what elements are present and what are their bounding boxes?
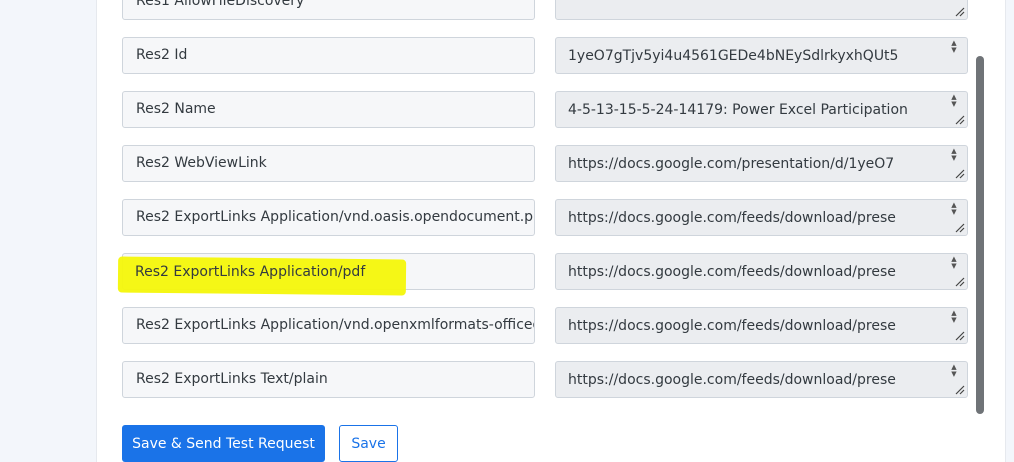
resize-handle-icon[interactable] <box>953 329 965 341</box>
field-label-text: Res2 ExportLinks Application/pdf <box>135 264 366 280</box>
stepper-arrows-icon[interactable]: ▲ ▼ <box>947 256 961 272</box>
field-value-res2-exportlinks-textplain[interactable]: https://docs.google.com/feeds/download/p… <box>555 361 968 398</box>
field-value-res2-name[interactable]: 4-5-13-15-5-24-14179: Power Excel Partic… <box>555 91 968 128</box>
field-label-text: Res2 ExportLinks Application/vnd.oasis.o… <box>136 209 534 225</box>
stepper-arrows-icon[interactable]: ▲ ▼ <box>947 310 961 326</box>
field-label-res2-exportlinks-textplain: Res2 ExportLinks Text/plain <box>122 361 535 398</box>
field-value-res2-exportlinks-openxml[interactable]: https://docs.google.com/feeds/download/p… <box>555 307 968 344</box>
field-label-text: Res2 ExportLinks Text/plain <box>136 371 328 387</box>
resize-handle-icon[interactable] <box>953 113 965 125</box>
field-label-text: Res2 Id <box>136 47 188 63</box>
field-label-res2-id: Res2 Id <box>122 37 535 74</box>
field-value-res2-exportlinks-pdf[interactable]: https://docs.google.com/feeds/download/p… <box>555 253 968 290</box>
field-value-text: 1yeO7gTjv5yi4u4561GEDe4bNEySdlrkyxhQUt5 <box>568 48 899 64</box>
resize-handle-icon[interactable] <box>953 275 965 287</box>
field-value-res2-id[interactable]: 1yeO7gTjv5yi4u4561GEDe4bNEySdlrkyxhQUt5 … <box>555 37 968 74</box>
scrollbar-thumb[interactable] <box>976 56 984 414</box>
stepper-arrows-icon[interactable]: ▲ ▼ <box>947 148 961 164</box>
field-label-res2-webviewlink: Res2 WebViewLink <box>122 145 535 182</box>
stepper-arrows-icon[interactable]: ▲ ▼ <box>947 202 961 218</box>
resize-handle-icon[interactable] <box>953 167 965 179</box>
field-value-text: 4-5-13-15-5-24-14179: Power Excel Partic… <box>568 102 908 118</box>
field-value-res2-exportlinks-odp[interactable]: https://docs.google.com/feeds/download/p… <box>555 199 968 236</box>
field-value-text: https://docs.google.com/feeds/download/p… <box>568 264 896 280</box>
field-value-text: https://docs.google.com/feeds/download/p… <box>568 372 896 388</box>
field-value-text: https://docs.google.com/feeds/download/p… <box>568 210 896 226</box>
field-label-res2-exportlinks-openxml: Res2 ExportLinks Application/vnd.openxml… <box>122 307 535 344</box>
resize-handle-icon[interactable] <box>953 5 965 17</box>
save-send-test-request-button[interactable]: Save & Send Test Request <box>122 425 325 462</box>
field-label-res1-allowfilediscovery: Res1 AllowFileDiscovery <box>122 0 535 20</box>
field-value-text: https://docs.google.com/presentation/d/1… <box>568 156 895 172</box>
field-value-res1-allowfilediscovery[interactable] <box>555 0 968 20</box>
field-label-res2-exportlinks-odp: Res2 ExportLinks Application/vnd.oasis.o… <box>122 199 535 236</box>
resize-handle-icon[interactable] <box>953 383 965 395</box>
field-value-res2-webviewlink[interactable]: https://docs.google.com/presentation/d/1… <box>555 145 968 182</box>
field-value-text: https://docs.google.com/feeds/download/p… <box>568 318 896 334</box>
field-label-text: Res2 Name <box>136 101 216 117</box>
field-label-text: Res1 AllowFileDiscovery <box>136 0 305 9</box>
stepper-arrows-icon[interactable]: ▲ ▼ <box>947 94 961 110</box>
field-label-text: Res2 ExportLinks Application/vnd.openxml… <box>136 317 534 333</box>
resize-handle-icon[interactable] <box>953 221 965 233</box>
field-label-text: Res2 WebViewLink <box>136 155 267 171</box>
stepper-arrows-icon[interactable]: ▲ ▼ <box>947 364 961 380</box>
field-label-res2-name: Res2 Name <box>122 91 535 128</box>
field-value-text <box>568 0 930 19</box>
stepper-arrows-icon[interactable]: ▲ ▼ <box>947 40 961 56</box>
save-button[interactable]: Save <box>339 425 398 462</box>
